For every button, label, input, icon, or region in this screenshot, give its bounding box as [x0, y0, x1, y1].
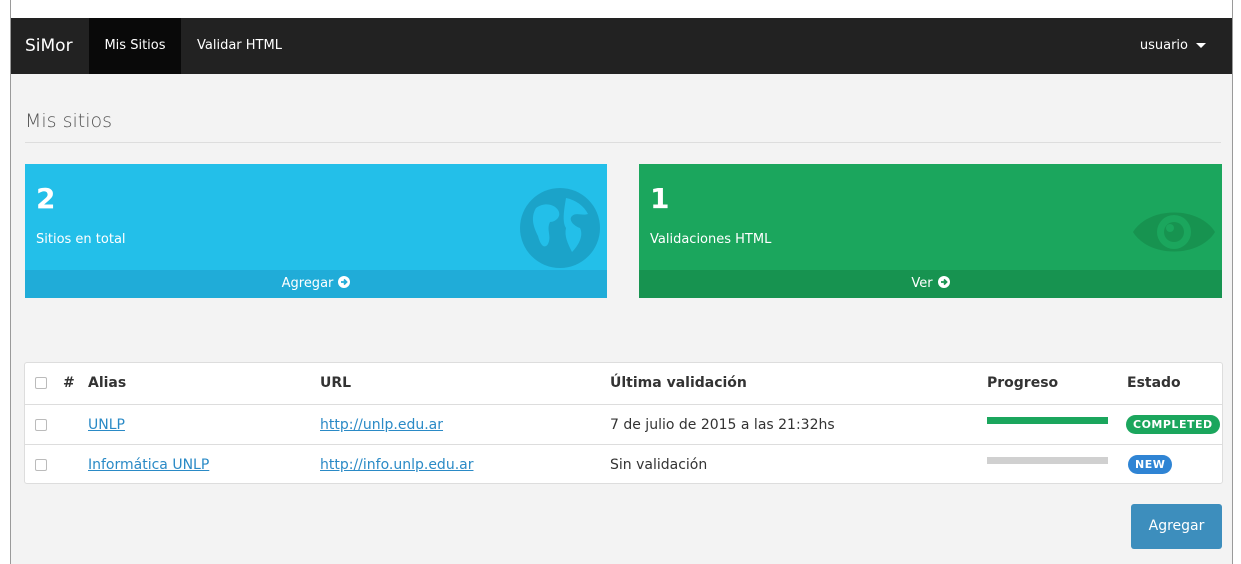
validations-count: 1 — [650, 182, 670, 215]
table-row: Informática UNLP http://info.unlp.edu.ar… — [25, 444, 1222, 485]
title-divider — [25, 142, 1221, 143]
brand-logo[interactable]: SiMor — [25, 18, 73, 74]
eye-icon — [1133, 212, 1215, 252]
header-status: Estado — [1127, 375, 1181, 391]
page-title: Mis sitios — [25, 110, 113, 132]
progress-bar — [987, 417, 1108, 424]
row-checkbox[interactable] — [35, 459, 47, 471]
site-url-link[interactable]: http://unlp.edu.ar — [320, 405, 443, 445]
globe-icon — [520, 188, 600, 268]
validations-view-link[interactable]: Ver — [639, 270, 1222, 298]
window-frame-right — [1232, 0, 1241, 564]
header-hash: # — [63, 375, 75, 391]
sites-label: Sitios en total — [36, 232, 126, 247]
window-frame-left — [0, 0, 11, 564]
last-validation: Sin validación — [610, 457, 708, 473]
arrow-circle-right-icon — [338, 276, 351, 288]
user-name: usuario — [1139, 38, 1188, 53]
status-badge: COMPLETED — [1126, 415, 1220, 434]
progress-bar — [987, 457, 1108, 464]
add-site-button[interactable]: Agregar — [1131, 504, 1222, 549]
table-row: UNLP http://unlp.edu.ar 7 de julio de 20… — [25, 404, 1222, 445]
site-alias-link[interactable]: Informática UNLP — [88, 445, 209, 485]
progress-fill — [987, 417, 1108, 424]
arrow-circle-right-icon — [937, 276, 950, 288]
window-frame-top — [0, 0, 1241, 18]
validations-panel: 1 Validaciones HTML Ver — [639, 164, 1222, 298]
user-menu[interactable]: usuario — [1140, 18, 1206, 74]
last-validation: 7 de julio de 2015 a las 21:32hs — [610, 417, 835, 433]
header-last-validation[interactable]: Última validación — [610, 363, 747, 403]
caret-down-icon — [1196, 43, 1206, 48]
site-alias-link[interactable]: UNLP — [88, 405, 125, 445]
validations-view-label: Ver — [911, 276, 933, 291]
nav-mis-sitios[interactable]: Mis Sitios — [89, 18, 181, 74]
status-badge: NEW — [1128, 455, 1173, 474]
site-url-link[interactable]: http://info.unlp.edu.ar — [320, 445, 473, 485]
row-checkbox[interactable] — [35, 419, 47, 431]
header-url[interactable]: URL — [320, 363, 351, 403]
nav-validar-html[interactable]: Validar HTML — [197, 18, 282, 74]
header-progress: Progreso — [987, 375, 1059, 391]
sites-add-link[interactable]: Agregar — [25, 270, 607, 298]
sites-table: # Alias URL Última validación Progreso E… — [24, 362, 1223, 484]
sites-count: 2 — [36, 182, 56, 215]
table-header-row: # Alias URL Última validación Progreso E… — [25, 363, 1222, 403]
header-alias[interactable]: Alias — [88, 363, 126, 403]
top-navbar: SiMor Mis Sitios Validar HTML usuario — [11, 18, 1232, 74]
validations-label: Validaciones HTML — [650, 232, 772, 247]
sites-panel: 2 Sitios en total Agregar — [25, 164, 607, 298]
sites-add-label: Agregar — [281, 276, 334, 291]
select-all-checkbox[interactable] — [35, 377, 47, 389]
